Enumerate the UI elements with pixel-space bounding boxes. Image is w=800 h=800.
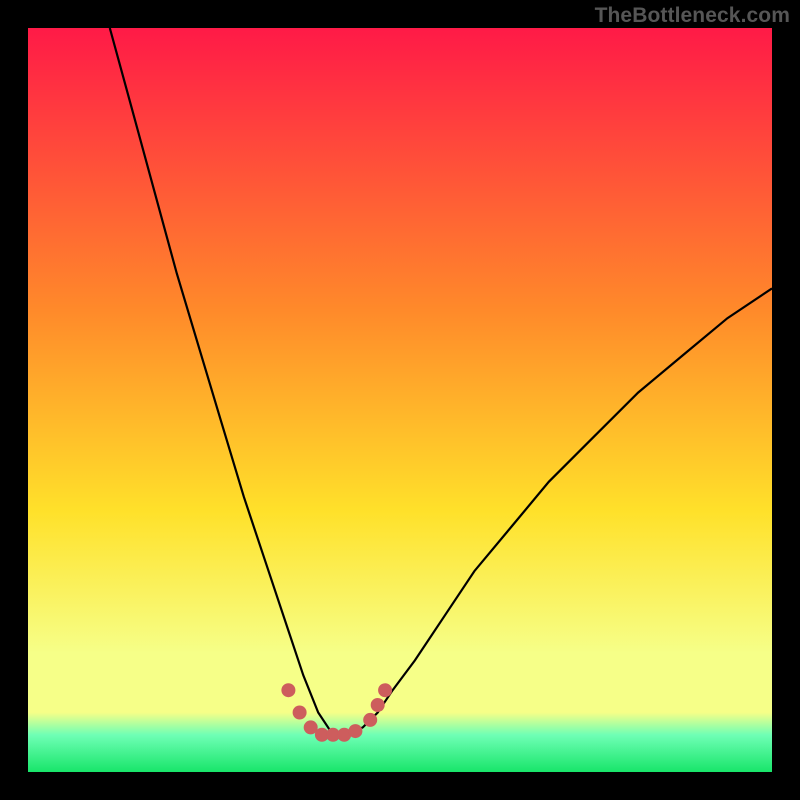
bottleneck-curve [110, 28, 772, 735]
watermark-text: TheBottleneck.com [595, 4, 790, 28]
highlight-dot [348, 724, 362, 738]
highlight-dot [281, 683, 295, 697]
curve-layer [28, 28, 772, 772]
highlight-dot [363, 713, 377, 727]
highlight-dot [371, 698, 385, 712]
highlight-dot [293, 706, 307, 720]
highlight-dot [378, 683, 392, 697]
plot-area [28, 28, 772, 772]
highlight-dots [281, 683, 392, 742]
chart-frame: TheBottleneck.com [0, 0, 800, 800]
